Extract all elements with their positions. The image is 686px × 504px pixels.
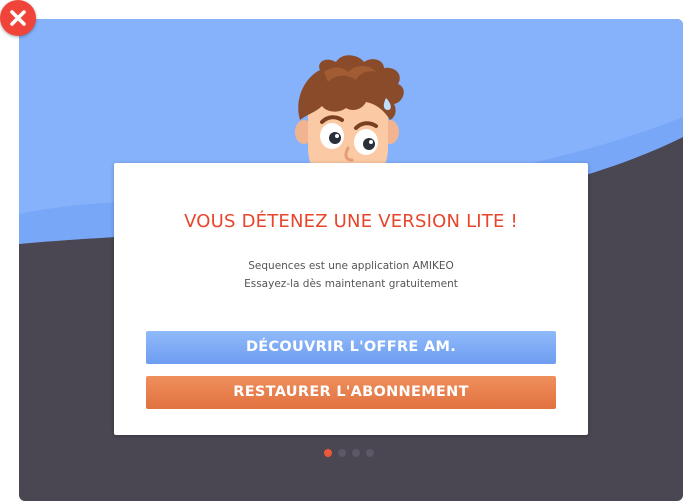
page-dot-2[interactable] bbox=[338, 449, 346, 457]
restore-subscription-button[interactable]: RESTAURER L'ABONNEMENT bbox=[146, 376, 556, 409]
upgrade-dialog: VOUS DÉTENEZ UNE VERSION LITE ! Sequence… bbox=[0, 0, 686, 504]
page-dot-4[interactable] bbox=[366, 449, 374, 457]
upgrade-card: VOUS DÉTENEZ UNE VERSION LITE ! Sequence… bbox=[114, 163, 588, 435]
close-button[interactable] bbox=[0, 0, 36, 36]
description-line-2: Essayez-la dès maintenant gratuitement bbox=[244, 278, 458, 290]
close-icon bbox=[10, 10, 26, 26]
page-dot-1[interactable] bbox=[324, 449, 332, 457]
discover-offer-button[interactable]: DÉCOUVRIR L'OFFRE AM. bbox=[146, 331, 556, 364]
description-line-1: Sequences est une application AMIKEO bbox=[248, 260, 454, 272]
dialog-title: VOUS DÉTENEZ UNE VERSION LITE ! bbox=[184, 211, 518, 232]
page-dot-3[interactable] bbox=[352, 449, 360, 457]
